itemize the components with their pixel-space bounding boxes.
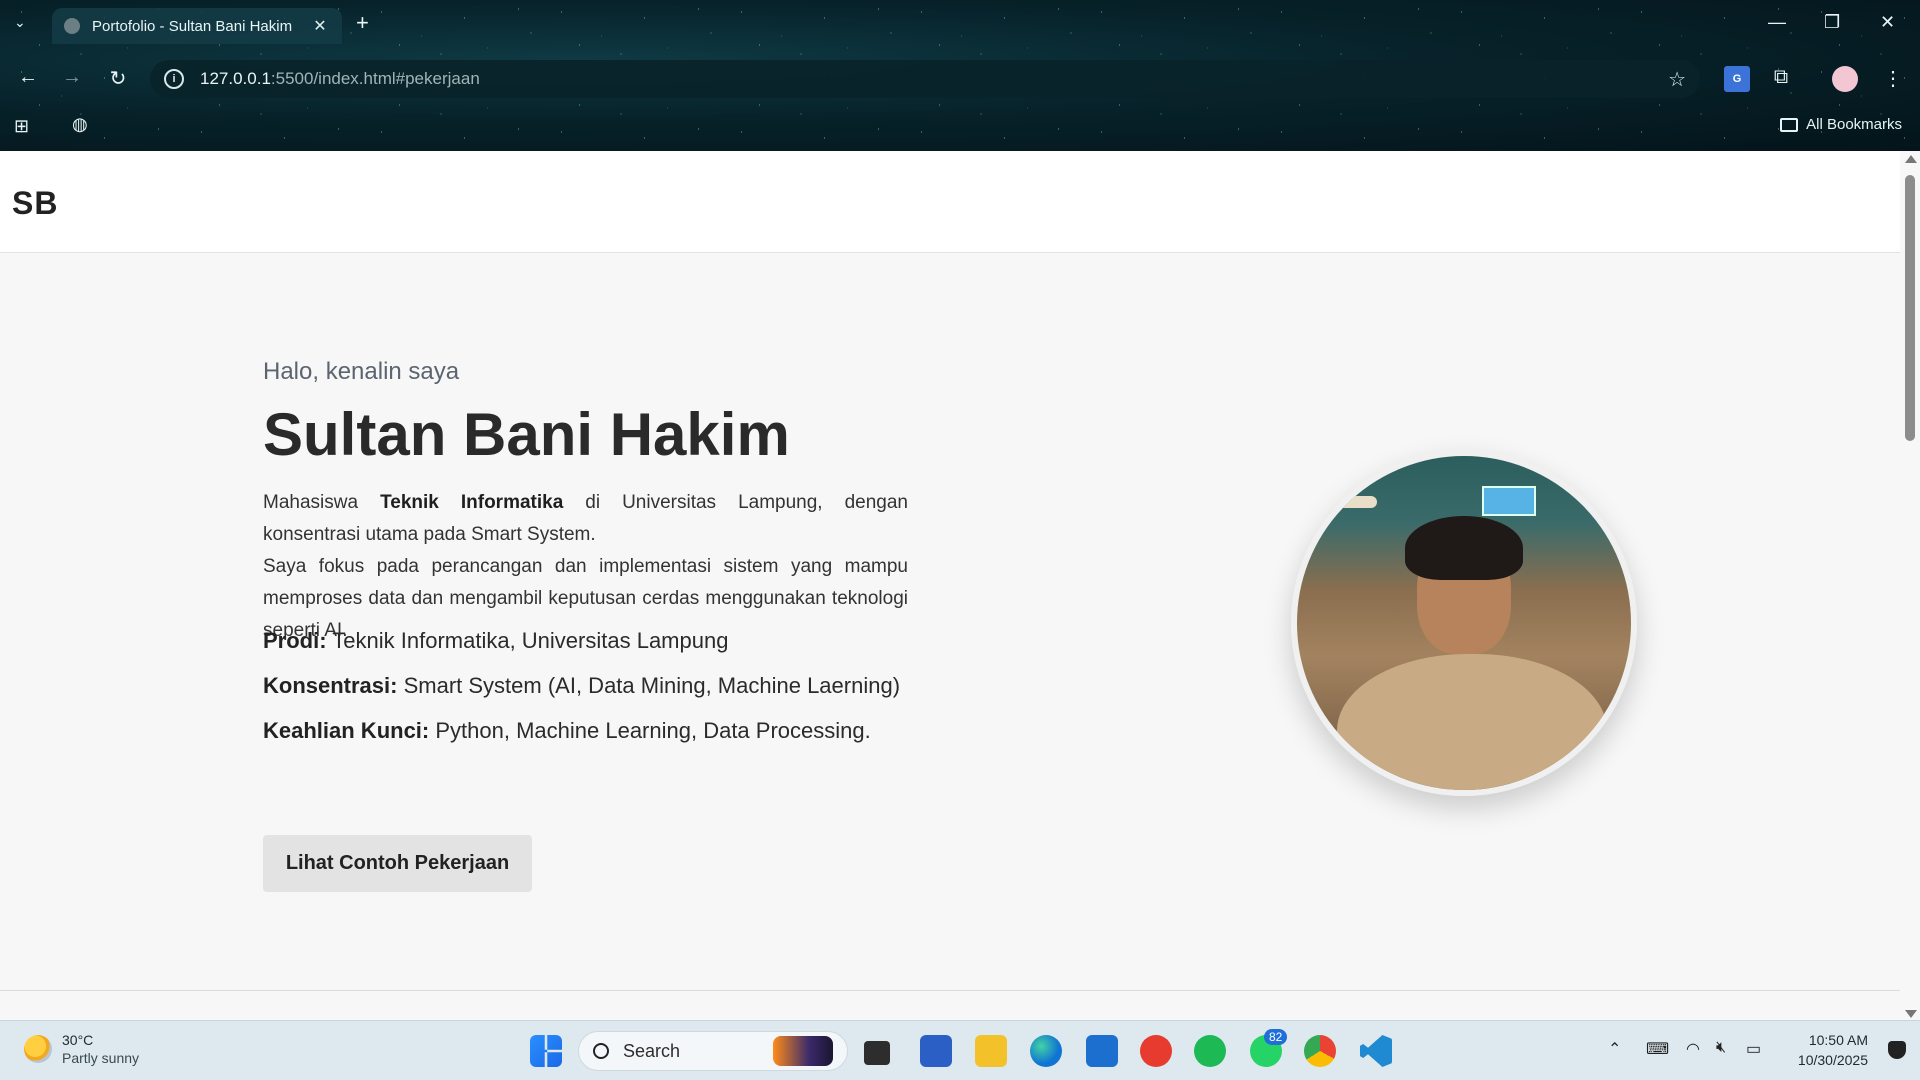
page-scrollbar[interactable]: [1900, 151, 1920, 1020]
folder-icon: [1780, 117, 1799, 132]
view-work-button[interactable]: Lihat Contoh Pekerjaan: [263, 835, 532, 892]
spotify-icon[interactable]: [1194, 1035, 1226, 1067]
apps-grid-icon[interactable]: ⊞: [14, 116, 34, 136]
tab-search-chevron-icon[interactable]: ⌄: [14, 14, 26, 31]
browser-chrome: ⌄ Portofolio - Sultan Bani Hakim ✕ + — ❐…: [0, 0, 1920, 151]
site-header: SB: [0, 151, 1900, 253]
photo-lamp: [1317, 496, 1377, 508]
info-label: Prodi:: [263, 628, 327, 653]
weather-widget[interactable]: 30°C Partly sunny: [24, 1031, 139, 1067]
hero-name: Sultan Bani Hakim: [263, 401, 790, 468]
web-page: SB Halo, kenalin saya Sultan Bani Hakim …: [0, 151, 1900, 1020]
globe-icon[interactable]: ◍: [72, 114, 92, 134]
extensions-icon[interactable]: ⧉: [1768, 66, 1794, 92]
edge-icon[interactable]: [1030, 1035, 1062, 1067]
notification-bell-icon[interactable]: [1888, 1041, 1906, 1059]
back-icon[interactable]: ←: [14, 66, 42, 89]
battery-icon[interactable]: ▭: [1746, 1039, 1761, 1059]
pdf-reader-icon[interactable]: [1140, 1035, 1172, 1067]
desc-text-1: Mahasiswa: [263, 492, 381, 513]
search-icon: [593, 1043, 609, 1059]
url-host: 127.0.0.1: [200, 69, 271, 88]
info-prodi: Prodi: Teknik Informatika, Universitas L…: [263, 628, 728, 654]
keyboard-icon[interactable]: ⌨: [1646, 1039, 1669, 1059]
scroll-up-icon[interactable]: [1905, 155, 1917, 163]
forward-icon[interactable]: →: [58, 66, 86, 89]
search-highlight-image: [773, 1036, 833, 1066]
taskbar: 30°C Partly sunny Search 82 ⌃ ⌨ ◠ 🔇︎ ▭ 1…: [0, 1020, 1920, 1080]
minimize-icon[interactable]: —: [1768, 12, 1786, 33]
tab-portfolio[interactable]: Portofolio - Sultan Bani Hakim ✕: [52, 8, 342, 44]
url-text: 127.0.0.1:5500/index.html#pekerjaan: [200, 69, 480, 89]
chrome-icon[interactable]: [1304, 1035, 1336, 1067]
task-view-icon[interactable]: [864, 1041, 890, 1065]
vscode-icon[interactable]: [1360, 1035, 1392, 1067]
bookmark-star-icon[interactable]: ☆: [1668, 67, 1686, 92]
site-info-icon[interactable]: i: [164, 69, 184, 89]
clock-date: 10/30/2025: [1797, 1052, 1868, 1068]
info-value: Teknik Informatika, Universitas Lampung: [326, 628, 729, 653]
more-menu-icon[interactable]: ⋮: [1880, 66, 1906, 92]
reload-icon[interactable]: ↻: [104, 66, 132, 91]
info-value: Smart System (AI, Data Mining, Machine L…: [397, 673, 901, 698]
whatsapp-badge: 82: [1264, 1029, 1288, 1045]
show-hidden-icons-chevron-icon[interactable]: ⌃: [1608, 1039, 1621, 1059]
profile-photo: [1291, 450, 1637, 796]
site-logo[interactable]: SB: [12, 185, 58, 222]
windows-start-icon[interactable]: [530, 1035, 562, 1067]
system-clock[interactable]: 10:50 AM 10/30/2025: [1798, 1030, 1868, 1070]
translate-icon[interactable]: G: [1724, 66, 1750, 92]
photo-hair: [1405, 516, 1523, 580]
info-konsentrasi: Konsentrasi: Smart System (AI, Data Mini…: [263, 673, 900, 699]
close-tab-icon[interactable]: ✕: [310, 16, 330, 36]
file-explorer-icon[interactable]: [975, 1035, 1007, 1067]
tab-title: Portofolio - Sultan Bani Hakim: [92, 17, 293, 35]
section-divider: [0, 990, 1900, 991]
address-bar[interactable]: i 127.0.0.1:5500/index.html#pekerjaan ☆: [150, 60, 1700, 98]
hero-greeting: Halo, kenalin saya: [263, 358, 460, 385]
taskbar-search[interactable]: Search: [578, 1031, 848, 1071]
temperature: 30°C: [62, 1032, 94, 1048]
info-label: Keahlian Kunci:: [263, 718, 430, 743]
wifi-icon[interactable]: ◠: [1686, 1039, 1700, 1059]
globe-favicon-icon: [64, 18, 80, 34]
search-label: Search: [623, 1040, 681, 1061]
scroll-thumb[interactable]: [1905, 175, 1915, 441]
partly-sunny-icon: [24, 1035, 52, 1063]
store-icon[interactable]: [1086, 1035, 1118, 1067]
clock-time: 10:50 AM: [1808, 1032, 1868, 1048]
weather-condition: Partly sunny: [62, 1050, 140, 1066]
all-bookmarks-button[interactable]: All Bookmarks: [1780, 116, 1902, 133]
all-bookmarks-label: All Bookmarks: [1806, 116, 1902, 133]
bookmarks-bar: ⊞ ◍ All Bookmarks: [0, 110, 1920, 140]
new-tab-icon[interactable]: +: [356, 10, 369, 36]
volume-muted-icon[interactable]: 🔇︎: [1716, 1039, 1726, 1057]
restore-icon[interactable]: ❐: [1824, 12, 1840, 33]
close-window-icon[interactable]: ✕: [1880, 12, 1895, 33]
hero-description: Mahasiswa Teknik Informatika di Universi…: [263, 487, 908, 647]
info-value: Python, Machine Learning, Data Processin…: [429, 718, 871, 743]
photo-tv: [1482, 486, 1536, 516]
profile-avatar-icon[interactable]: [1832, 66, 1858, 92]
weather-text: 30°C Partly sunny: [62, 1031, 139, 1067]
photo-shirt: [1337, 654, 1607, 790]
word-icon[interactable]: [920, 1035, 952, 1067]
info-keahlian: Keahlian Kunci: Python, Machine Learning…: [263, 718, 871, 744]
info-label: Konsentrasi:: [263, 673, 398, 698]
url-path: :5500/index.html#pekerjaan: [270, 69, 480, 88]
desc-highlight: Teknik Informatika: [380, 492, 564, 513]
scroll-down-icon[interactable]: [1905, 1010, 1917, 1018]
